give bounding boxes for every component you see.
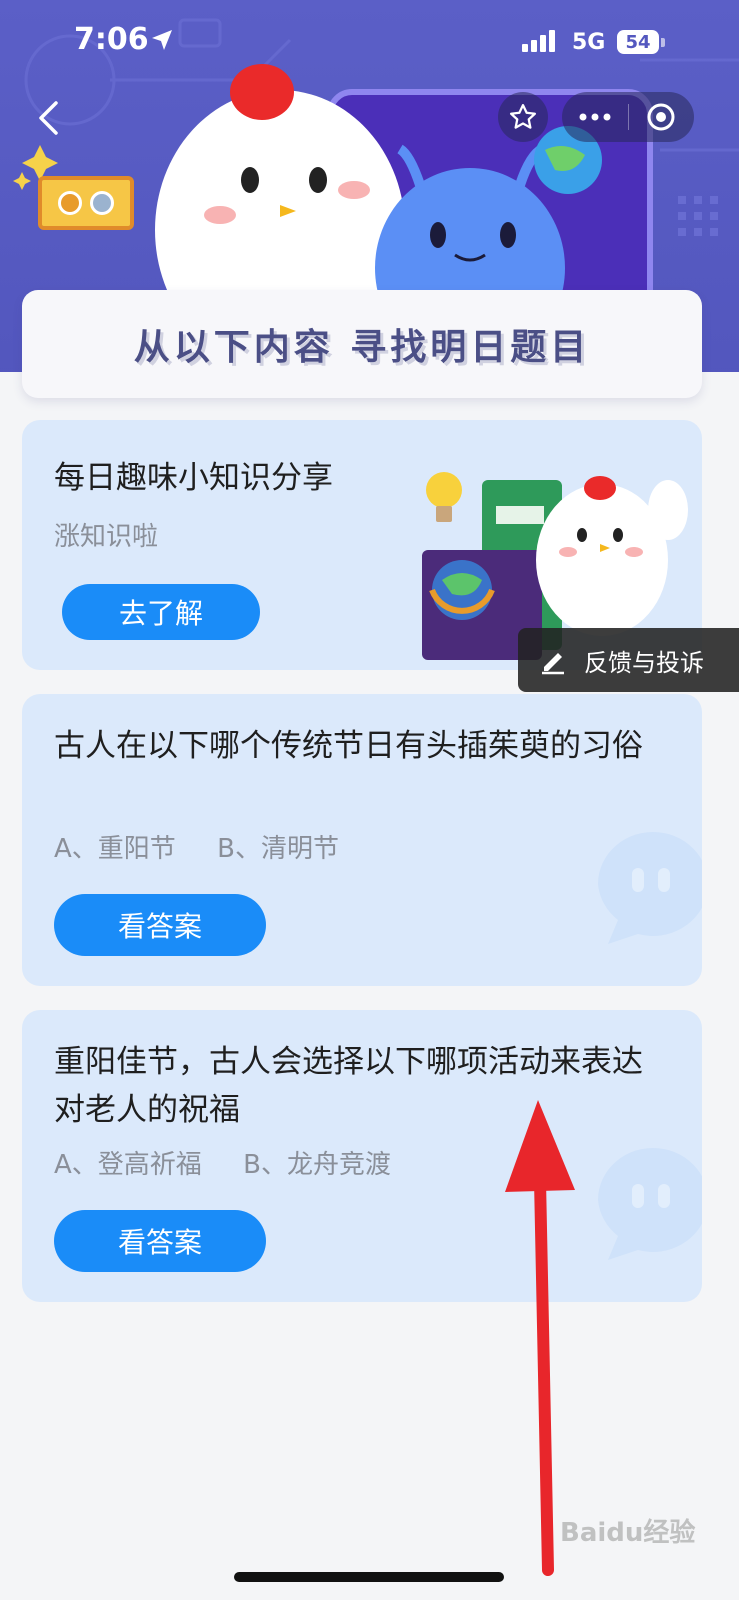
feedback-button[interactable]: 反馈与投诉 xyxy=(518,628,739,692)
more-icon xyxy=(579,113,611,121)
star-icon xyxy=(510,104,536,129)
question-title: 重阳佳节，古人会选择以下哪项活动来表达对老人的祝福 xyxy=(54,1044,643,1128)
card-subtitle: 涨知识啦 xyxy=(54,522,159,552)
edit-icon xyxy=(542,653,564,675)
location-arrow-icon xyxy=(150,28,174,56)
medal-sign xyxy=(38,176,134,230)
chat-bubble-icon xyxy=(598,1147,702,1260)
view-answer-button[interactable]: 看答案 xyxy=(54,1210,266,1272)
close-circle-icon xyxy=(647,103,675,131)
page-title: 从以下内容 寻找明日题目 xyxy=(133,327,591,368)
view-answer-button[interactable]: 看答案 xyxy=(54,894,266,956)
question-card: 重阳佳节，古人会选择以下哪项活动来表达对老人的祝福 A、登高祈福 B、龙舟竞渡 … xyxy=(22,1010,702,1302)
back-button[interactable] xyxy=(28,96,68,140)
signal-icon xyxy=(522,30,562,56)
section-title-card: 从以下内容 寻找明日题目 xyxy=(22,290,702,398)
favorite-button[interactable] xyxy=(498,92,548,142)
medal-icon xyxy=(58,191,82,215)
network-type: 5G xyxy=(572,30,606,55)
chat-bubble-icon xyxy=(598,831,702,944)
battery-cap xyxy=(661,38,665,47)
status-bar: 7:06 5G 54 xyxy=(0,0,739,90)
learn-more-button[interactable]: 去了解 xyxy=(62,584,260,640)
medal-icon xyxy=(90,191,114,215)
question-options: A、登高祈福 B、龙舟竞渡 xyxy=(54,1150,391,1180)
mini-program-capsule xyxy=(562,92,694,142)
home-indicator[interactable] xyxy=(234,1572,504,1582)
more-button[interactable] xyxy=(562,92,628,142)
question-card: 古人在以下哪个传统节日有头插茱萸的习俗 A、重阳节 B、清明节 看答案 xyxy=(22,694,702,986)
status-time: 7:06 xyxy=(74,22,149,57)
battery-indicator: 54 xyxy=(617,30,659,54)
question-options: A、重阳节 B、清明节 xyxy=(54,834,339,864)
back-chevron-icon xyxy=(39,101,58,135)
close-mini-program-button[interactable] xyxy=(629,92,695,142)
feedback-label: 反馈与投诉 xyxy=(584,648,704,677)
watermark: Baidu经验 xyxy=(560,1518,696,1548)
question-title: 古人在以下哪个传统节日有头插茱萸的习俗 xyxy=(54,728,643,764)
